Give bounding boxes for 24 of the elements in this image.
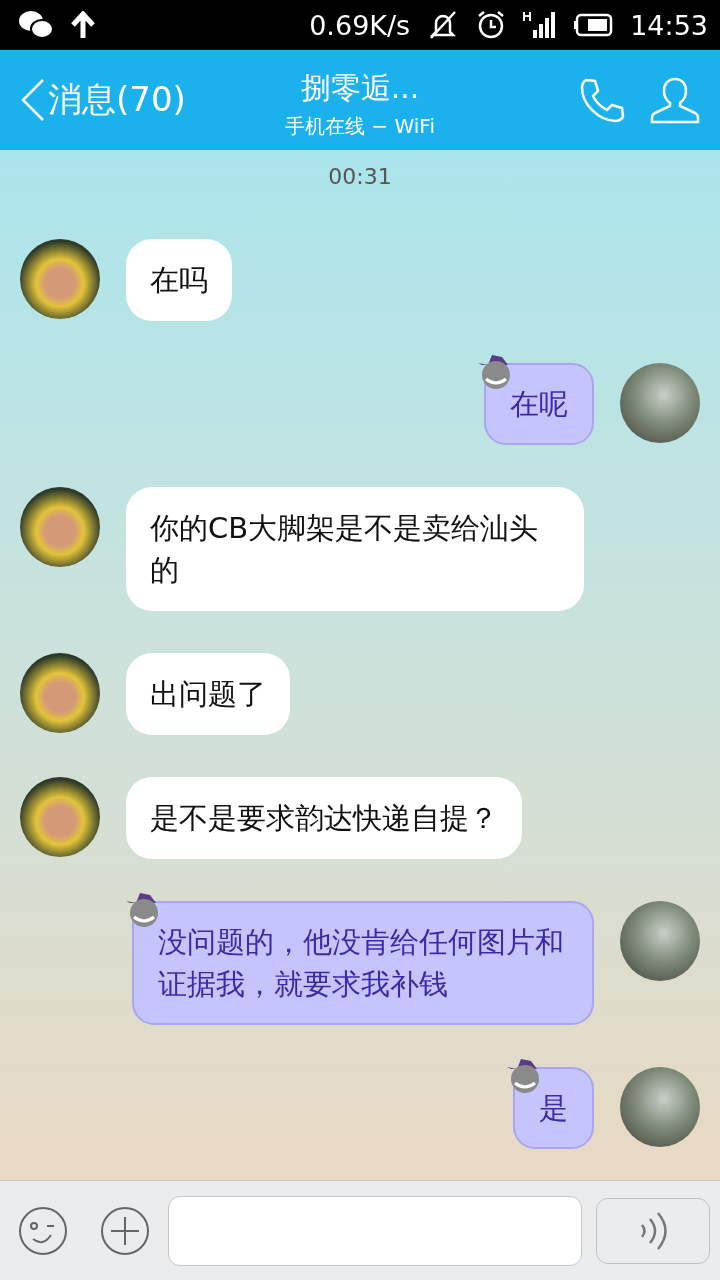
chat-app-icon [18,10,54,40]
plus-icon [100,1205,150,1256]
battery-icon [574,13,615,37]
message-bubble: 是不是要求韵达快递自提？ [126,777,522,859]
message-timestamp: 00:31 [328,164,392,189]
message-bubble: 在吗 [126,239,232,321]
online-status: 手机在线 − WiFi [285,113,435,140]
upload-arrow-icon [70,11,96,39]
message-input-field[interactable] [168,1195,582,1266]
profile-button[interactable] [650,76,700,124]
back-button[interactable]: 消息(70) [20,77,186,123]
message-bubble: 你的CB大脚架是不是卖给汕头的 [126,487,584,611]
network-speed: 0.69K/s [309,9,411,41]
back-chevron-icon [20,78,46,122]
phone-call-button[interactable] [578,76,626,124]
add-button[interactable] [100,1205,150,1256]
phone-icon [578,76,626,124]
message-bubble: 出问题了 [126,653,290,735]
clock-time: 14:53 [630,9,708,41]
emoji-button[interactable] [18,1205,68,1256]
voice-button[interactable] [596,1197,710,1264]
chat-title: 捌零逅... [300,69,420,107]
person-icon [650,76,700,124]
smiley-icon [18,1205,68,1256]
